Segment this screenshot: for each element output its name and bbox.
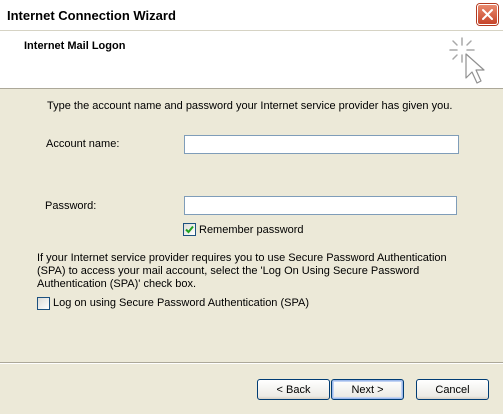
next-button[interactable]: Next > xyxy=(331,379,404,400)
wizard-sparkle-cursor-icon xyxy=(449,37,485,84)
wizard-content: Type the account name and password your … xyxy=(0,89,503,361)
account-name-input[interactable] xyxy=(184,135,459,154)
spa-info-text: If your Internet service provider requir… xyxy=(37,252,447,290)
wizard-header: Internet Mail Logon xyxy=(0,31,503,89)
password-input[interactable] xyxy=(184,196,457,215)
page-title: Internet Mail Logon xyxy=(24,40,126,52)
button-bar-divider xyxy=(0,362,503,364)
close-icon xyxy=(482,9,493,20)
title-bar[interactable]: Internet Connection Wizard xyxy=(0,0,503,31)
account-name-label: Account name: xyxy=(46,138,120,150)
spa-checkbox[interactable] xyxy=(37,297,50,310)
back-button[interactable]: < Back xyxy=(257,379,330,400)
checkmark-icon xyxy=(185,225,194,234)
remember-password-checkbox[interactable] xyxy=(183,223,196,236)
window-title: Internet Connection Wizard xyxy=(7,8,176,23)
cancel-button[interactable]: Cancel xyxy=(416,379,489,400)
intro-text: Type the account name and password your … xyxy=(47,100,453,112)
password-label: Password: xyxy=(45,200,97,212)
spa-label[interactable]: Log on using Secure Password Authenticat… xyxy=(53,297,309,309)
remember-password-label[interactable]: Remember password xyxy=(199,224,304,236)
close-button[interactable] xyxy=(477,4,498,25)
